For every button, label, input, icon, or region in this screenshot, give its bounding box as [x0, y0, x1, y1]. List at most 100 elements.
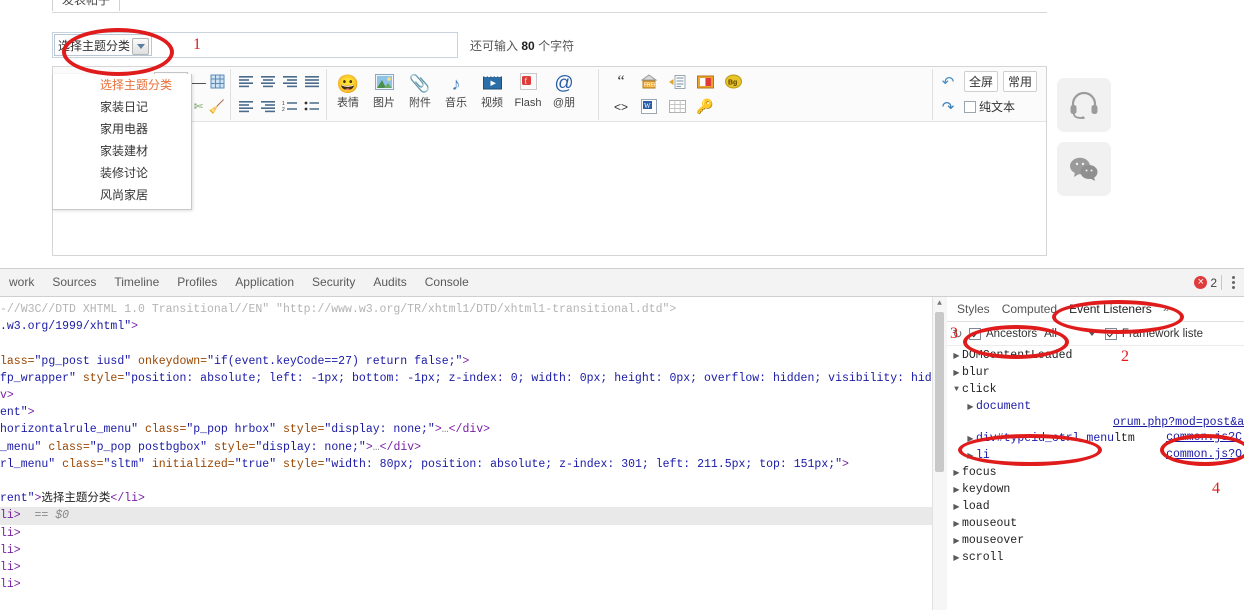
thread-type-option-2[interactable]: 家用电器 — [93, 118, 191, 140]
error-badge[interactable]: 2 — [1194, 276, 1217, 290]
grid-icon[interactable] — [666, 96, 688, 118]
subject-input[interactable] — [155, 34, 456, 56]
word-import-icon[interactable]: W — [638, 96, 660, 118]
triangle-right-icon[interactable]: ▶ — [951, 502, 962, 512]
triangle-right-icon[interactable]: ▶ — [951, 553, 962, 563]
thread-type-option-1[interactable]: 家装日记 — [93, 96, 191, 118]
wechat-button[interactable] — [1057, 142, 1111, 196]
align-right-icon[interactable] — [280, 71, 299, 93]
sidebar-tab-event-listeners[interactable]: Event Listeners — [1063, 298, 1158, 321]
unordered-list-icon[interactable] — [302, 96, 321, 118]
event-listener-row[interactable]: ▶ keydown — [947, 481, 1244, 498]
background-icon[interactable]: Bg — [722, 71, 744, 93]
align-justify-icon[interactable] — [302, 71, 321, 93]
ancestors-checkbox[interactable] — [969, 327, 981, 340]
editor-content-area[interactable] — [53, 122, 1046, 255]
triangle-down-icon[interactable]: ▼ — [951, 385, 962, 394]
event-listener-row[interactable]: ▶ focus — [947, 464, 1244, 481]
thread-type-option-5[interactable]: 风尚家居 — [93, 184, 191, 206]
event-listeners-list[interactable]: ▶ DOMContentLoaded ▶ blur ▼ click ▶ document oru… — [947, 344, 1244, 610]
thread-type-option-0[interactable]: 选择主题分类 — [93, 74, 191, 96]
mention-button[interactable]: @ @朋 — [548, 72, 580, 116]
event-listener-row[interactable]: ▶ DOMContentLoaded — [947, 347, 1244, 364]
tab-sources[interactable]: Sources — [43, 269, 105, 296]
password-icon[interactable]: 🔑 — [694, 96, 716, 118]
indent-increase-icon[interactable] — [258, 96, 277, 118]
event-listener-source-link[interactable]: common.js?O — [1166, 448, 1242, 461]
dom-code-line[interactable]: li> — [0, 576, 932, 593]
image-button[interactable]: 图片 — [368, 72, 400, 116]
triangle-right-icon[interactable]: ▶ — [951, 536, 962, 546]
dom-code-line[interactable]: lass="pg_post iusd" onkeydown="if(event.… — [0, 353, 932, 370]
dom-code-line[interactable] — [0, 335, 932, 352]
plaintext-checkbox[interactable] — [964, 100, 976, 113]
align-left-icon[interactable] — [236, 71, 255, 93]
sidebar-tab-computed[interactable]: Computed — [996, 298, 1063, 321]
horizontal-rule-icon[interactable]: — — [191, 71, 206, 93]
common-toolbar-button[interactable]: 常用 — [1003, 71, 1038, 92]
dom-pane-scrollbar[interactable]: ▲ — [932, 297, 948, 610]
triangle-right-icon[interactable]: ▶ — [951, 368, 962, 378]
framework-listeners-checkbox[interactable] — [1104, 327, 1117, 340]
devtools-menu-icon[interactable] — [1226, 274, 1240, 292]
event-listener-row[interactable]: ▶ mouseout — [947, 515, 1244, 532]
triangle-right-icon[interactable]: ▶ — [951, 351, 962, 361]
tab-console[interactable]: Console — [416, 269, 478, 296]
dom-code-line[interactable] — [0, 593, 932, 610]
fullscreen-button[interactable]: 全屏 — [964, 71, 999, 92]
redo-icon[interactable]: ↷ — [937, 96, 959, 118]
dom-code-line[interactable]: -//W3C//DTD XHTML 1.0 Transitional//EN" … — [0, 301, 932, 318]
undo-icon[interactable]: ↶ — [937, 71, 959, 93]
dom-code-line[interactable]: v> — [0, 387, 932, 404]
indent-decrease-icon[interactable] — [236, 96, 255, 118]
triangle-right-icon[interactable]: ▶ — [951, 485, 962, 495]
tab-network[interactable]: work — [0, 269, 43, 296]
event-listener-row[interactable]: ▶ document — [947, 398, 1244, 415]
tab-security[interactable]: Security — [303, 269, 364, 296]
code-icon[interactable]: <> — [610, 96, 632, 118]
book-icon[interactable] — [694, 71, 716, 93]
chevron-down-icon[interactable] — [132, 38, 149, 55]
scrollbar-thumb[interactable] — [935, 312, 944, 472]
dom-code-line[interactable]: fp_wrapper" style="position: absolute; l… — [0, 370, 932, 387]
paragraph-icon[interactable] — [666, 71, 688, 93]
event-listener-row[interactable]: ▶ mouseover — [947, 532, 1244, 549]
attachment-button[interactable]: 📎 附件 — [404, 72, 436, 116]
event-listener-row[interactable]: ▶ load — [947, 498, 1244, 515]
dom-code-line[interactable] — [0, 473, 932, 490]
ordered-list-icon[interactable]: 1 2 — [280, 96, 299, 118]
customer-service-button[interactable] — [1057, 78, 1111, 132]
event-listener-source-link[interactable]: common.js?C — [1166, 431, 1242, 444]
tab-audits[interactable]: Audits — [364, 269, 415, 296]
triangle-right-icon[interactable]: ▶ — [951, 519, 962, 529]
event-listener-row[interactable]: ▶ scroll — [947, 549, 1244, 566]
dom-code-line[interactable]: rent">选择主题分类</li> — [0, 490, 932, 507]
unlink-icon[interactable]: ✄ — [191, 96, 206, 118]
music-button[interactable]: ♪ 音乐 — [440, 72, 472, 116]
smilies-button[interactable]: 😀 表情 — [332, 72, 364, 116]
event-listener-row[interactable]: ▶ blur — [947, 364, 1244, 381]
quote-icon[interactable]: “ — [610, 71, 632, 93]
flash-button[interactable]: f Flash — [512, 72, 544, 116]
sidebar-tab-styles[interactable]: Styles — [951, 298, 996, 321]
thread-type-option-3[interactable]: 家装建材 — [93, 140, 191, 162]
scroll-up-arrow[interactable]: ▲ — [933, 297, 946, 310]
dom-code-line[interactable]: horizontalrule_menu" class="p_pop hrbox"… — [0, 421, 932, 438]
triangle-right-icon[interactable]: ▶ — [951, 468, 962, 478]
triangle-right-icon[interactable]: ▶ — [965, 434, 976, 444]
tab-application[interactable]: Application — [226, 269, 303, 296]
tab-profiles[interactable]: Profiles — [168, 269, 226, 296]
tab-new-thread[interactable]: 发表帖子 — [52, 0, 120, 11]
dom-code-line[interactable]: rl_menu" class="sltm" initialized="true"… — [0, 456, 932, 473]
event-scope-select[interactable]: All — [1044, 328, 1057, 340]
event-listener-source-link[interactable]: orum.php?mod=post&action=newthread&fid=2… — [1099, 415, 1244, 430]
chevron-down-icon[interactable] — [1087, 331, 1096, 336]
dom-code-line[interactable]: li> — [0, 559, 932, 576]
align-center-icon[interactable] — [258, 71, 277, 93]
dom-code-line[interactable]: .w3.org/1999/xhtml"> — [0, 318, 932, 335]
elements-dom-tree[interactable]: -//W3C//DTD XHTML 1.0 Transitional//EN" … — [0, 297, 932, 610]
thread-type-select[interactable]: 选择主题分类 — [54, 34, 152, 56]
clear-format-icon[interactable]: 🧹 — [209, 96, 225, 118]
dom-code-line[interactable]: li> — [0, 525, 932, 542]
dom-code-line[interactable]: _menu" class="p_pop postbgbox" style="di… — [0, 439, 932, 456]
